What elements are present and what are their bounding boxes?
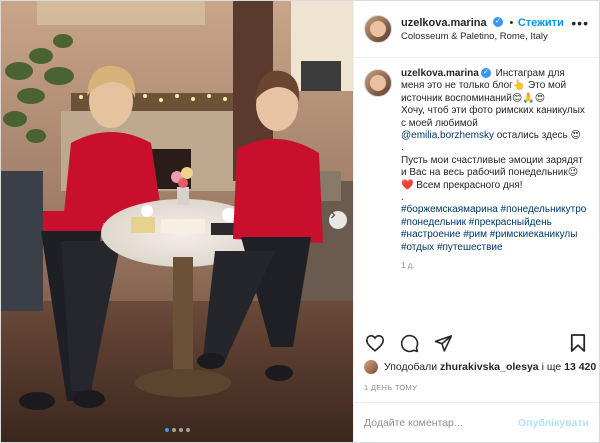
carousel-dot	[185, 428, 190, 432]
caption-block: uzelkova.marina ✓ Инстаграм для меня это …	[354, 58, 599, 322]
comment-button[interactable]	[398, 332, 420, 354]
hashtags[interactable]: #боржемскаямарина #понедельникутро #поне…	[401, 204, 586, 252]
heart-icon	[365, 334, 385, 352]
header-separator: •	[509, 17, 514, 29]
liker-avatar[interactable]	[364, 360, 378, 374]
comment-icon	[400, 334, 418, 352]
verified-badge-icon: ✓	[480, 68, 491, 79]
instagram-post: uzelkova.marina ✓ • Стежити Colosseum & …	[0, 0, 600, 443]
follow-button[interactable]: Стежити	[518, 17, 564, 29]
chevron-right-icon	[331, 211, 336, 219]
caption-text: uzelkova.marina ✓ Инстаграм для меня это …	[401, 68, 589, 322]
carousel-indicator	[1, 428, 353, 432]
caption-dot-2: .	[401, 192, 404, 204]
comment-form: Опублікувати	[354, 402, 599, 442]
carousel-dot	[171, 428, 176, 432]
post-date[interactable]: 1 ДЕНЬ ТОМУ	[364, 383, 417, 392]
next-slide-button[interactable]	[329, 211, 347, 229]
caption-line-2-end: остались здесь 😍	[493, 130, 581, 142]
caption-avatar[interactable]	[364, 69, 392, 97]
comment-input[interactable]	[364, 416, 518, 429]
mention-link[interactable]: @emilia.borzhemsky	[401, 130, 494, 141]
post-header: uzelkova.marina ✓ • Стежити Colosseum & …	[354, 1, 599, 58]
share-icon	[434, 335, 452, 352]
liker-username[interactable]: zhurakivska_olesya	[440, 361, 539, 373]
likes-prefix: Уподобали	[384, 361, 438, 373]
likes-middle: і ще	[541, 361, 562, 373]
more-horizontal-icon[interactable]: •••	[571, 15, 589, 31]
carousel-dot	[164, 428, 169, 432]
likes-count[interactable]: 13 420	[564, 361, 596, 373]
header-text: uzelkova.marina ✓ • Стежити Colosseum & …	[401, 15, 564, 43]
verified-badge-icon: ✓	[493, 16, 504, 27]
caption-time[interactable]: 1 д.	[401, 260, 589, 272]
caption-username[interactable]: uzelkova.marina	[401, 68, 479, 79]
photo-illustration	[1, 1, 353, 442]
carousel-dot	[178, 428, 183, 432]
save-button[interactable]	[567, 332, 589, 354]
header-username[interactable]: uzelkova.marina	[401, 17, 487, 29]
post-photo[interactable]	[1, 1, 353, 442]
post-side-panel: uzelkova.marina ✓ • Стежити Colosseum & …	[353, 1, 599, 442]
caption-dot-1: .	[401, 142, 404, 154]
bookmark-icon	[570, 334, 586, 352]
share-button[interactable]	[432, 332, 454, 354]
avatar[interactable]	[364, 15, 392, 43]
action-bar	[364, 331, 589, 355]
caption-line-2: Хочу, чтоб эти фото римских каникулых с …	[401, 105, 585, 129]
publish-button[interactable]: Опублікувати	[518, 417, 589, 429]
caption-line-3: Пусть мои счастливые эмоции зарядят и Ва…	[401, 154, 583, 191]
likes-summary: Уподобали zhurakivska_olesya і ще 13 420	[364, 360, 596, 374]
post-location[interactable]: Colosseum & Paletino, Rome, Italy	[401, 30, 564, 43]
like-button[interactable]	[364, 332, 386, 354]
